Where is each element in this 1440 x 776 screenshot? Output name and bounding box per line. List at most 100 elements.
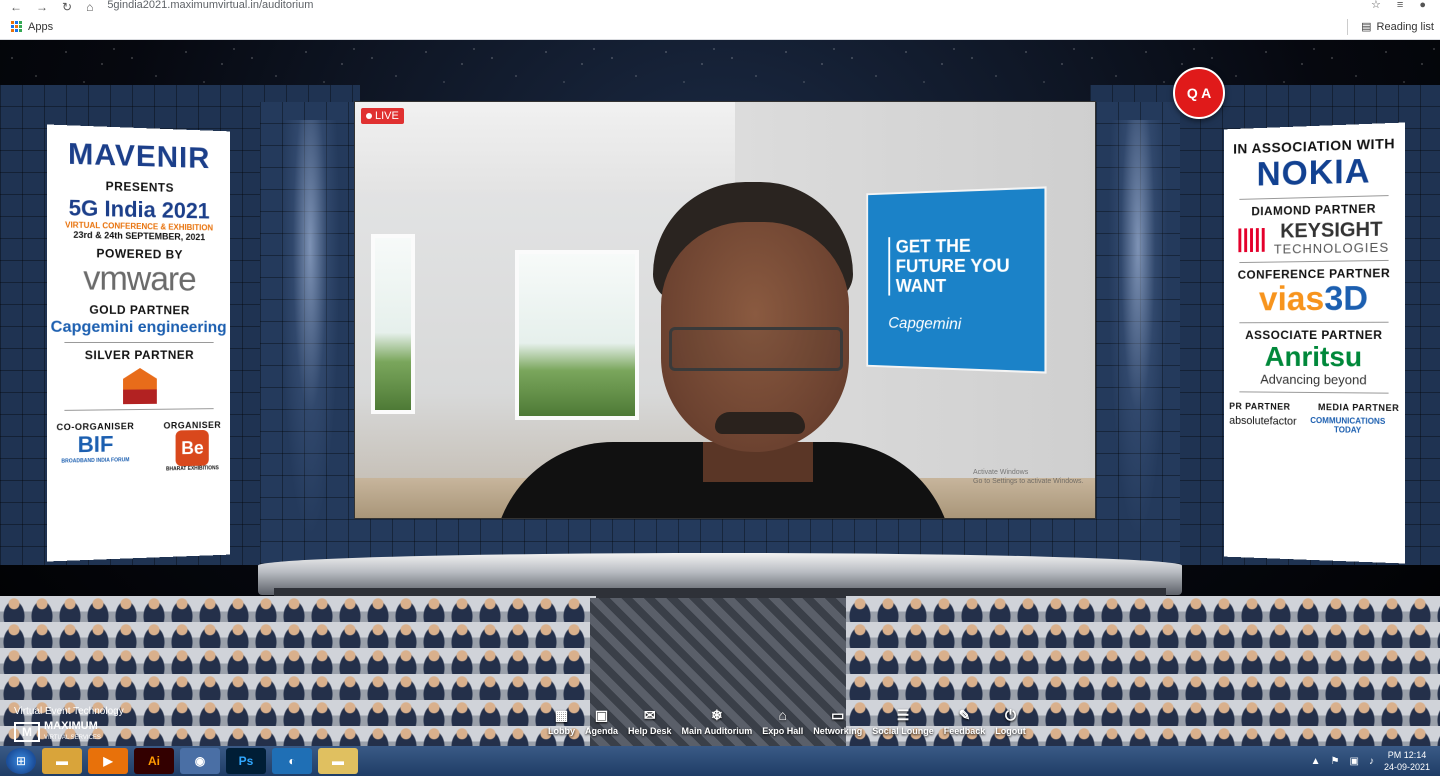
forward-icon[interactable]: → [36, 1, 48, 13]
qa-button[interactable]: Q A [1173, 67, 1225, 119]
reading-list[interactable]: ▤ Reading list [1347, 18, 1434, 35]
playlist-icon[interactable]: ≡ [1397, 0, 1403, 11]
clock-time: PM 12:14 [1387, 750, 1427, 760]
speaker-mustache [715, 412, 805, 434]
divider [63, 408, 215, 411]
live-label: LIVE [375, 110, 399, 122]
anritsu-tagline: Advancing beyond [1260, 371, 1367, 388]
divider [1239, 259, 1389, 264]
reload-icon[interactable]: ↻ [62, 1, 72, 13]
apps-grid-icon [11, 21, 22, 32]
right-sponsor-banner: IN ASSOCIATION WITH NOKIA DIAMOND PARTNE… [1223, 122, 1405, 564]
chat-icon: ✉ [643, 707, 656, 723]
card-icon: ▭ [831, 707, 845, 723]
maximum-brand: Virtual Event Technology M MAXIMUM VIRTU… [14, 706, 124, 744]
back-icon[interactable]: ← [10, 1, 22, 13]
qa-icon: Q A [1186, 85, 1212, 101]
silver-partner-label: SILVER PARTNER [84, 347, 195, 363]
live-video-player[interactable]: GET THE FUTURE YOU WANT Capgemini Activa… [354, 101, 1096, 519]
folder-icon: ▬ [332, 754, 344, 768]
taskbar-edge[interactable]: ◐ [272, 748, 312, 774]
windows-icon: ⊞ [15, 754, 27, 768]
media-partner-label: MEDIA PARTNER [1318, 402, 1400, 414]
event-navbar: ▦ Lobby ▣ Agenda ✉ Help Desk ❄ Main Auditori… [548, 706, 1026, 736]
start-button[interactable]: ⊞ [6, 748, 36, 774]
chrome-icon: ◉ [194, 754, 206, 768]
home-icon[interactable]: ⌂ [86, 1, 93, 13]
reading-list-label: Reading list [1376, 20, 1434, 33]
bif-logo: BIF [77, 431, 114, 458]
url-field[interactable]: 5gindia2021.maximumvirtual.in/auditorium [107, 0, 313, 11]
volume-icon[interactable]: ♪ [1369, 756, 1374, 767]
diamond-partner-label: DIAMOND PARTNER [1251, 201, 1376, 219]
browser-nav: ← → ↻ ⌂ [10, 1, 93, 13]
apps-shortcut[interactable]: Apps [11, 21, 53, 33]
windows-watermark: Activate Windows Go to Settings to activ… [973, 469, 1084, 485]
database-icon: ☰ [896, 707, 910, 723]
bharat-exhibitions-logo: Be [175, 429, 210, 467]
pr-partner-label: PR PARTNER [1229, 401, 1291, 412]
snowflake-icon: ❄ [711, 707, 723, 723]
nokia-logo: NOKIA [1256, 152, 1371, 194]
reading-list-icon: ▤ [1361, 21, 1372, 33]
clock[interactable]: PM 12:14 24-09-2021 [1384, 749, 1430, 773]
speaker-glasses [669, 327, 843, 371]
organisers-row: CO-ORGANISER BIF BROADBAND INDIA FORUM O… [56, 420, 221, 475]
divider [1347, 18, 1349, 35]
edit-icon: ✎ [958, 707, 971, 723]
organiser-caption: BHARAT EXHIBITIONS [165, 465, 219, 473]
nav-main-auditorium[interactable]: ❄ Main Auditorium [682, 706, 753, 736]
vias3d-logo: vias3D [1258, 279, 1369, 319]
star-icon[interactable]: ☆ [1371, 0, 1381, 11]
taskbar-media-app[interactable]: ▶ [88, 748, 128, 774]
left-sponsor-banner: MAVENIR PRESENTS 5G India 2021 VIRTUAL C… [47, 124, 231, 562]
event-title: 5G India 2021 [68, 195, 210, 224]
taskbar-illustrator[interactable]: Ai [134, 748, 174, 774]
building-icon: ⌂ [778, 707, 787, 723]
speaker [493, 182, 953, 518]
live-dot-icon [366, 113, 372, 119]
tray-arrow-icon[interactable]: ▲ [1311, 756, 1321, 767]
nav-networking[interactable]: ▭ Networking [813, 706, 862, 736]
photoshop-icon: Ps [238, 754, 254, 768]
divider [63, 341, 215, 343]
profile-avatar[interactable]: ● [1419, 0, 1426, 11]
brand-sub: VIRTUAL SERVICES [44, 735, 101, 741]
windows-taskbar: ⊞ ▬ ▶ Ai ◉ Ps ◐ ▬ ▲ ⚑ ▣ ♪ PM 12:14 24-09… [0, 746, 1440, 776]
nav-agenda[interactable]: ▣ Agenda [585, 706, 618, 736]
nav-logout[interactable]: ⏻ Logout [995, 706, 1026, 736]
spotlight [280, 120, 340, 540]
gold-partner-label: GOLD PARTNER [89, 302, 190, 318]
nav-lobby[interactable]: ▦ Lobby [548, 706, 575, 736]
taskbar-explorer[interactable]: ▬ [318, 748, 358, 774]
apps-label: Apps [28, 20, 54, 33]
anritsu-logo: Anritsu [1264, 340, 1363, 373]
organiser: ORGANISER Be BHARAT EXHIBITIONS [164, 420, 222, 473]
nav-social-lounge[interactable]: ☰ Social Lounge [872, 706, 934, 736]
capgemini-engineering-logo: Capgemini engineering [50, 318, 227, 337]
maximum-logo-icon: M [14, 722, 40, 742]
divider [1239, 321, 1389, 324]
divider [1239, 195, 1389, 200]
taskbar-photoshop[interactable]: Ps [226, 748, 266, 774]
iit-logo [123, 368, 157, 404]
system-tray: ▲ ⚑ ▣ ♪ PM 12:14 24-09-2021 [1311, 749, 1430, 773]
mavenir-logo: MAVENIR [67, 137, 211, 176]
vmware-logo: vmware [83, 259, 196, 299]
taskbar-chrome[interactable]: ◉ [180, 748, 220, 774]
nav-expo-hall[interactable]: ⌂ Expo Hall [762, 706, 803, 736]
flag-icon[interactable]: ⚑ [1331, 756, 1340, 767]
taskbar-folder-app[interactable]: ▬ [42, 748, 82, 774]
pr-media-labels: PR PARTNER MEDIA PARTNER [1229, 401, 1399, 413]
nav-help-desk[interactable]: ✉ Help Desk [628, 706, 672, 736]
event-dates: 23rd & 24th SEPTEMBER, 2021 [73, 229, 206, 243]
bif-caption: BROADBAND INDIA FORUM [61, 457, 130, 465]
brand-tagline: Virtual Event Technology [14, 706, 124, 717]
associate-partner-label: ASSOCIATE PARTNER [1245, 327, 1383, 343]
nav-feedback[interactable]: ✎ Feedback [944, 706, 986, 736]
folder-icon: ▬ [56, 754, 68, 768]
bookmarks-bar: Apps ▤ Reading list [0, 14, 1440, 40]
brand-name: MAXIMUM [44, 720, 98, 732]
network-icon[interactable]: ▣ [1350, 756, 1359, 767]
keysight-sub: TECHNOLOGIES [1273, 239, 1390, 257]
